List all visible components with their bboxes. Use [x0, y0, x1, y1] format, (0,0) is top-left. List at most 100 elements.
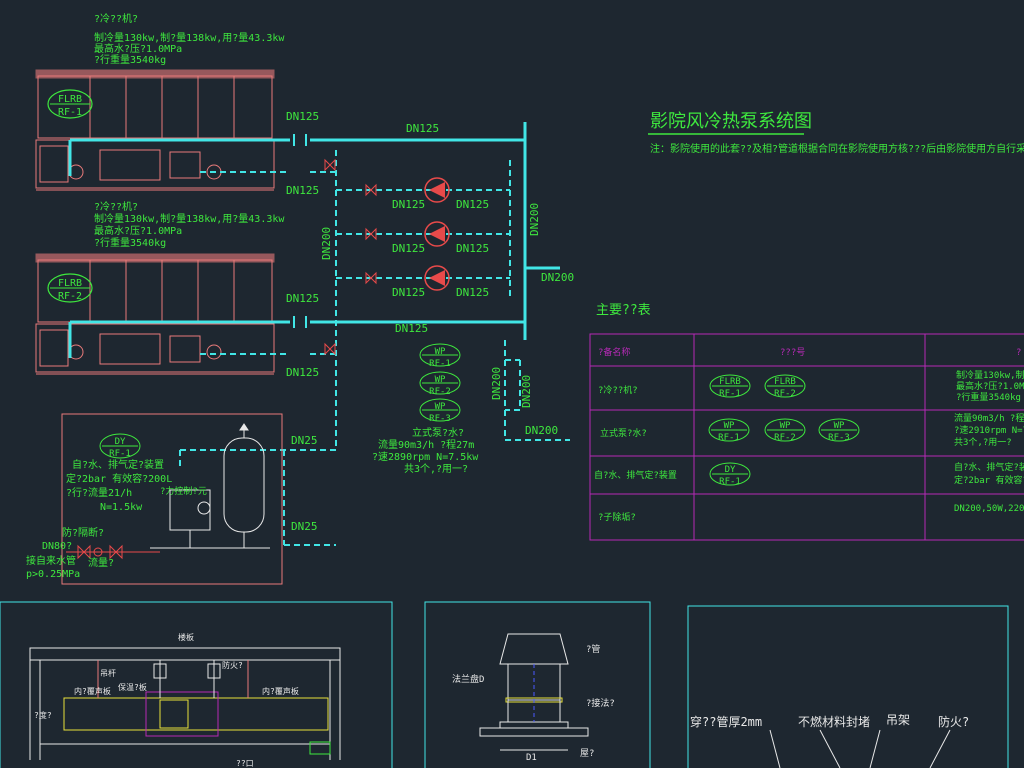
svg-text:RF-2: RF-2: [774, 433, 796, 443]
pump-spec-3: 共3个,?用一?: [404, 463, 468, 475]
pipe-label-dn125-d: DN125: [286, 292, 319, 305]
chiller-unit-1: [35, 69, 275, 191]
d1-label-6: ?度?: [34, 710, 52, 720]
svg-text:RF-1: RF-1: [718, 433, 740, 443]
table-row-3: 自?水、排气定?装置 DY RF-1 自?水、排气定?装置 定?2bar 有效容…: [594, 461, 1024, 487]
svg-text:WP: WP: [780, 421, 791, 431]
unit1-spec-3: ?行重量3540kg: [94, 53, 166, 66]
d2-label-1: 法兰盘D: [452, 673, 484, 685]
pipe-label-pump3-left: DN125: [392, 286, 425, 299]
unit1-tag-line2: RF-1: [58, 107, 82, 118]
pump-spec-block: 立式泵?水? 流量90m3/h ?程27m ?速2890rpm N=7.5kw …: [372, 426, 479, 475]
makeup-left-2: p>0.25MPa: [26, 569, 80, 580]
table-row-3-spec-0: 自?水、排气定?装置: [954, 461, 1024, 473]
makeup-spec-block: 自?水、排气定?装置 定?2bar 有效容?200L ?行?流量21/h N=1…: [66, 458, 172, 513]
svg-text:FLRB: FLRB: [774, 377, 796, 387]
d1-label-2: 防火?: [222, 660, 243, 670]
pipe-label-dn125-b: DN125: [406, 122, 439, 135]
table-col-model: ???号: [780, 347, 805, 358]
expansion-tank: [150, 423, 270, 549]
return-piping: [179, 150, 570, 546]
table-row-1-spec-0: 制冷量130kw,制?量138kw: [956, 369, 1024, 381]
makeup-spec-2: ?行?流量21/h: [66, 486, 132, 499]
table-row-2: 立式泵?水? WP RF-1 WP RF-2 WP RF-3 流量90m3/h …: [600, 412, 1024, 448]
table-row-2-spec-2: 共3个,?用一?: [954, 437, 1012, 448]
unit1-spec-2: 最高水?压?1.0MPa: [94, 42, 182, 55]
d1-label-3: 内?覆声板: [74, 686, 111, 696]
hvac-system-diagram: FLRB RF-1 ?冷??机? 制冷量130kw,制?量138kw,用?量43…: [0, 12, 1024, 768]
pressure-control-label: ?力控制?元: [160, 485, 207, 497]
pump-tag-1-b: RF-1: [429, 359, 451, 369]
pipe-label-dn80: DN80?: [42, 541, 72, 552]
unit2-tag-line1: FLRB: [58, 278, 82, 289]
pump-tag-3-a: WP: [435, 402, 446, 412]
drawing-note: 注：影院使用的此套??及相?管道根据合同在影院使用方核???后由影院使用方自行采…: [650, 142, 1024, 155]
makeup-spec-0: 自?水、排气定?装置: [72, 458, 164, 471]
detail-2-drawing: [479, 633, 589, 751]
table-row-1: ?冷??机? FLRB RF-1 FLRB RF-2 制冷量130kw,制?量1…: [598, 369, 1024, 403]
unit2-spec-3: ?行重量3540kg: [94, 236, 166, 249]
makeup-left-0: 防?隔断?: [62, 526, 104, 539]
table-col-name: ?备名称: [598, 346, 630, 358]
d2-label-2: ?接法?: [586, 697, 615, 709]
pump-tag-3-b: RF-3: [429, 414, 451, 424]
pipe-label-dn25-a: DN25: [291, 434, 318, 447]
table-row-2-spec-1: ?速2910rpm N=7.5kw: [954, 425, 1024, 436]
cad-drawing-canvas: FLRB RF-1 ?冷??机? 制冷量130kw,制?量138kw,用?量43…: [0, 0, 1024, 768]
pump-spec-0: 立式泵?水?: [412, 426, 464, 439]
detail-3-labels: 穿??管厚2mm 不燃材料封堵 吊架 防火?: [690, 713, 969, 729]
pipe-label-dn200-low: DN200: [525, 424, 558, 437]
table-row-1-spec-2: ?行重量3540kg: [956, 391, 1021, 403]
pipe-label-dn125-c: DN125: [286, 184, 319, 197]
table-row-2-name: 立式泵?水?: [600, 427, 647, 439]
pipe-label-dn200-v1: DN200: [320, 227, 333, 260]
d1-label-1: 吊杆: [100, 668, 116, 678]
table-row-3-spec-1: 定?2bar 有效容?200L: [954, 474, 1024, 486]
unit1-spec-block: ?冷??机? 制冷量130kw,制?量138kw,用?量43.3kw 最高水?压…: [94, 12, 285, 66]
unit1-spec-0: ?冷??机?: [94, 12, 138, 25]
unit2-spec-0: ?冷??机?: [94, 200, 138, 213]
pipe-label-dn200-v3: DN200: [520, 375, 533, 408]
unit1-tag-line1: FLRB: [58, 94, 82, 105]
makeup-tag-a: DY: [115, 437, 126, 447]
detail-2-labels: ?管 法兰盘D ?接法? D1 屋?: [452, 643, 615, 763]
d2-label-0: ?管: [586, 643, 600, 655]
table-row-4-name: ?子除垢?: [598, 511, 636, 523]
makeup-inlet: [66, 544, 160, 560]
pipe-label-dn200-main: DN200: [528, 203, 541, 236]
table-col-spec: ?: [1016, 348, 1021, 358]
pipe-label-dn125-e: DN125: [395, 322, 428, 335]
pipe-label-pump1-left: DN125: [392, 198, 425, 211]
d2-label-3: D1: [526, 753, 537, 763]
pump-tag-2-a: WP: [435, 375, 446, 385]
svg-text:WP: WP: [834, 421, 845, 431]
table-row-1-spec-1: 最高水?压?1.0MPa: [956, 380, 1024, 392]
pump-spec-1: 流量90m3/h ?程27m: [378, 438, 474, 451]
d3-label-0: 穿??管厚2mm: [690, 714, 762, 729]
detail-1-drawing: [29, 647, 341, 760]
unit2-spec-block: ?冷??机? 制冷量130kw,制?量138kw,用?量43.3kw 最高水?压…: [94, 200, 285, 249]
table-row-4: ?子除垢? DN200,50W,220V: [598, 504, 1024, 523]
table-row-2-spec-0: 流量90m3/h ?程27m: [954, 412, 1024, 424]
unit2-tag-line2: RF-2: [58, 291, 82, 302]
chiller-unit-2: [35, 253, 275, 375]
pipe-label-dn125-f: DN125: [286, 366, 319, 379]
svg-text:RF-1: RF-1: [719, 477, 741, 487]
pipe-label-pump3-right: DN125: [456, 286, 489, 299]
pipe-label-dn200-right: DN200: [541, 271, 574, 284]
drawing-title: 影院风冷热泵系统图: [650, 111, 812, 132]
d1-label-7: ??口: [236, 759, 254, 768]
pump-tag-2-b: RF-2: [429, 387, 451, 397]
table-row-1-name: ?冷??机?: [598, 384, 638, 396]
pipe-label-dn125-a: DN125: [286, 110, 319, 123]
equipment-table-heading: 主要??表: [596, 303, 651, 318]
d1-label-0: 楼板: [178, 632, 194, 642]
unit2-spec-2: 最高水?压?1.0MPa: [94, 224, 182, 237]
pipe-label-pump2-right: DN125: [456, 242, 489, 255]
svg-text:DY: DY: [725, 465, 736, 475]
pipe-label-dn25-b: DN25: [291, 520, 318, 533]
svg-text:RF-3: RF-3: [828, 433, 850, 443]
makeup-spec-1: 定?2bar 有效容?200L: [66, 472, 172, 485]
detail-2-frame: [424, 601, 651, 768]
d3-label-1: 不燃材料封堵: [798, 714, 870, 729]
